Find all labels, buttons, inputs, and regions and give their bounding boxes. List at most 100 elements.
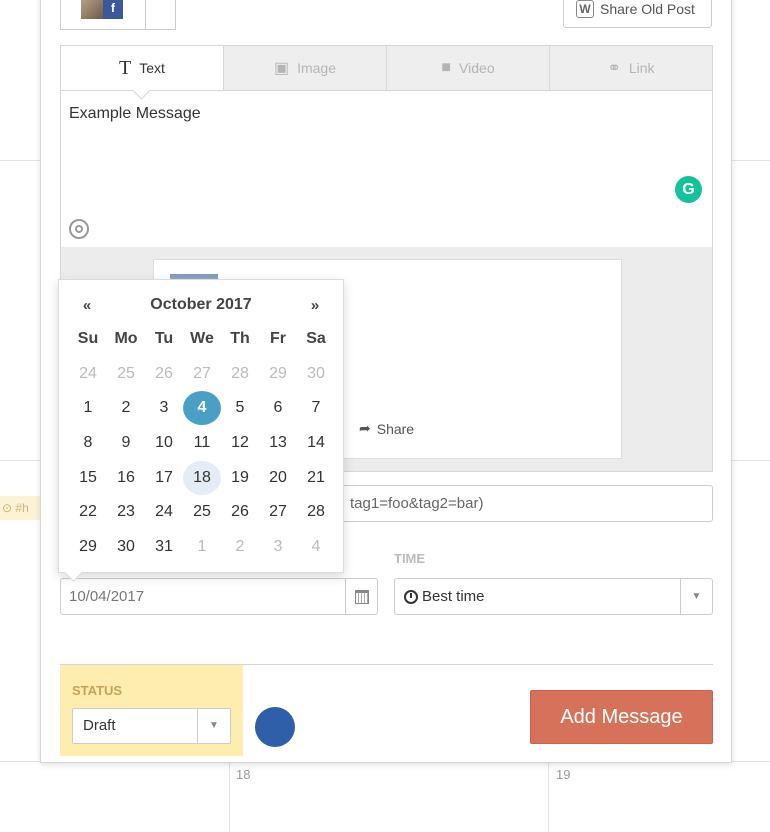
date-value: 10/04/2017 xyxy=(69,588,145,605)
weekday-header: Sa xyxy=(306,330,326,348)
day-cell[interactable]: 21 xyxy=(297,460,335,495)
profile-selector[interactable]: f xyxy=(60,0,176,30)
day-cell[interactable]: 7 xyxy=(297,391,335,426)
tab-image[interactable]: ▣ Image xyxy=(224,46,387,90)
weekday-header: We xyxy=(190,330,214,348)
day-cell[interactable]: 14 xyxy=(297,426,335,461)
day-cell[interactable]: 10 xyxy=(145,426,183,461)
share-arrow-icon: ➦ xyxy=(359,420,371,436)
target-icon[interactable] xyxy=(69,219,89,239)
status-select[interactable]: Draft ▼ xyxy=(72,708,231,744)
link-icon: ⚭ xyxy=(607,60,621,77)
day-cell[interactable]: 1 xyxy=(69,391,107,426)
day-cell[interactable]: 15 xyxy=(69,460,107,495)
day-cell[interactable]: 26 xyxy=(145,357,183,392)
calendar-event[interactable]: ⊙ #h xyxy=(0,496,40,520)
day-cell-today[interactable]: 18 xyxy=(183,460,221,495)
month-title[interactable]: October 2017 xyxy=(150,296,251,314)
datepicker-popup: « October 2017 » Su Mo Tu We Th Fr Sa 24 25 26 27 2… xyxy=(58,279,344,573)
calendar-button[interactable] xyxy=(345,579,377,614)
day-number: 3 xyxy=(273,537,283,555)
time-select[interactable]: Best time ▼ xyxy=(394,578,713,615)
day-number: 27 xyxy=(193,364,211,382)
day-cell[interactable]: 19 xyxy=(221,460,259,495)
day-number: 26 xyxy=(231,503,249,521)
grammarly-icon[interactable]: G xyxy=(675,176,702,203)
day-cell[interactable]: 29 xyxy=(69,530,107,565)
tab-link[interactable]: ⚭ Link xyxy=(550,46,712,90)
calendar-date: 19 xyxy=(556,767,571,782)
day-number: 28 xyxy=(231,364,249,382)
day-number: 25 xyxy=(193,503,211,521)
day-cell[interactable]: 20 xyxy=(259,460,297,495)
tab-text[interactable]: T Text xyxy=(61,46,224,90)
share-action[interactable]: ➦ Share xyxy=(359,420,414,437)
day-cell[interactable]: 5 xyxy=(221,391,259,426)
day-number: 12 xyxy=(231,434,249,452)
day-number: 4 xyxy=(183,391,221,426)
day-number: 21 xyxy=(307,468,325,486)
day-cell[interactable]: 27 xyxy=(183,357,221,392)
day-cell[interactable]: 29 xyxy=(259,357,297,392)
day-number: 19 xyxy=(231,468,249,486)
day-cell[interactable]: 25 xyxy=(107,357,145,392)
add-message-button[interactable]: Add Message xyxy=(530,690,713,744)
time-label: TIME xyxy=(394,551,426,566)
share-old-post-button[interactable]: W Share Old Post xyxy=(563,0,712,28)
tab-label: Text xyxy=(139,60,165,76)
share-label: Share xyxy=(376,420,415,437)
day-cell[interactable]: 1 xyxy=(183,530,221,565)
day-cell[interactable]: 25 xyxy=(183,495,221,530)
chevron-down-icon[interactable]: ▼ xyxy=(680,579,712,614)
status-value: Draft xyxy=(83,717,116,734)
day-cell[interactable]: 13 xyxy=(259,426,297,461)
day-cell[interactable]: 27 xyxy=(259,495,297,530)
day-cell[interactable]: 23 xyxy=(107,495,145,530)
tab-video[interactable]: ■ Video xyxy=(387,46,550,90)
next-month-button[interactable]: » xyxy=(297,297,333,314)
day-cell[interactable]: 6 xyxy=(259,391,297,426)
day-cell[interactable]: 12 xyxy=(221,426,259,461)
clock-icon xyxy=(404,589,418,604)
day-cell[interactable]: 11 xyxy=(183,426,221,461)
day-cell[interactable]: 3 xyxy=(259,530,297,565)
day-cell[interactable]: 22 xyxy=(69,495,107,530)
message-editor[interactable]: Example Message G xyxy=(60,91,713,248)
day-cell[interactable]: 3 xyxy=(145,391,183,426)
message-text[interactable]: Example Message xyxy=(69,105,201,123)
day-number: 30 xyxy=(307,364,325,382)
datepicker-header: « October 2017 » xyxy=(69,288,333,322)
day-number: 2 xyxy=(235,537,245,555)
prev-month-button[interactable]: « xyxy=(69,297,105,314)
day-number: 23 xyxy=(117,503,135,521)
day-number: 3 xyxy=(159,399,169,417)
day-number: 2 xyxy=(121,399,131,417)
day-cell[interactable]: 30 xyxy=(297,357,335,392)
day-number: 7 xyxy=(311,399,321,417)
day-cell[interactable]: 2 xyxy=(221,530,259,565)
day-cell[interactable]: 9 xyxy=(107,426,145,461)
weekday-header: Th xyxy=(230,330,250,348)
day-cell[interactable]: 24 xyxy=(69,357,107,392)
day-cell-selected[interactable]: 4 xyxy=(183,391,221,426)
day-cell[interactable]: 26 xyxy=(221,495,259,530)
calendar-date: 18 xyxy=(236,767,251,782)
day-cell[interactable]: 8 xyxy=(69,426,107,461)
day-cell[interactable]: 17 xyxy=(145,460,183,495)
day-cell[interactable]: 4 xyxy=(297,530,335,565)
chevron-down-icon[interactable]: ▼ xyxy=(197,709,230,743)
day-cell[interactable]: 28 xyxy=(297,495,335,530)
day-number: 10 xyxy=(155,434,173,452)
image-icon: ▣ xyxy=(273,60,290,77)
day-cell[interactable]: 31 xyxy=(145,530,183,565)
day-number: 9 xyxy=(121,434,131,452)
day-cell[interactable]: 2 xyxy=(107,391,145,426)
day-cell[interactable]: 16 xyxy=(107,460,145,495)
day-cell[interactable]: 24 xyxy=(145,495,183,530)
share-old-post-label: Share Old Post xyxy=(600,1,695,17)
day-cell[interactable]: 30 xyxy=(107,530,145,565)
date-field[interactable]: 10/04/2017 xyxy=(60,578,378,615)
day-cell[interactable]: 28 xyxy=(221,357,259,392)
assignee-avatar[interactable] xyxy=(255,707,295,747)
datepicker-grid: Su Mo Tu We Th Fr Sa 24 25 26 27 28 29 30 1 2 3 4 5 6 7 8 9 10 1… xyxy=(69,322,333,564)
